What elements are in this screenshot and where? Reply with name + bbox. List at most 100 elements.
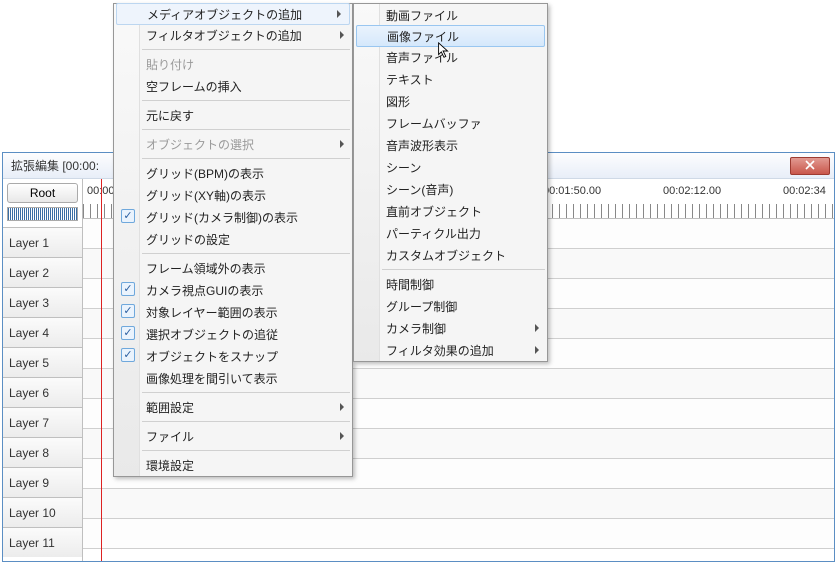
menu-item[interactable]: 環境設定 (114, 454, 352, 476)
menu-item-label: テキスト (386, 71, 434, 88)
menu-item-label: メディアオブジェクトの追加 (147, 6, 302, 23)
menu-separator (142, 450, 350, 451)
playhead[interactable] (101, 179, 102, 561)
menu-item-label: カメラ視点GUIの表示 (146, 282, 263, 299)
menu-item[interactable]: カメラ制御 (354, 317, 547, 339)
menu-item: 貼り付け (114, 53, 352, 75)
menu-item[interactable]: 音声ファイル (354, 46, 547, 68)
layer-label[interactable]: Layer 8 (3, 437, 82, 467)
menu-item[interactable]: ファイル (114, 425, 352, 447)
menu-item-label: フレーム領域外の表示 (146, 260, 266, 277)
menu-item-label: フレームバッファ (386, 115, 482, 132)
layer-panel: Root Layer 1Layer 2Layer 3Layer 4Layer 5… (3, 179, 83, 561)
menu-item[interactable]: 対象レイヤー範囲の表示 ✓ (114, 301, 352, 323)
menu-separator (142, 392, 350, 393)
menu-item-label: 対象レイヤー範囲の表示 (146, 304, 278, 321)
menu-item-label: カスタムオブジェクト (386, 247, 506, 264)
chevron-right-icon (340, 31, 344, 39)
layer-row[interactable] (83, 519, 834, 549)
check-icon: ✓ (121, 282, 135, 296)
layer-label[interactable]: Layer 6 (3, 377, 82, 407)
ruler-label: 00:02:12.00 (663, 185, 721, 197)
menu-item[interactable]: フィルタ効果の追加 (354, 339, 547, 361)
menu-item[interactable]: シーン (354, 156, 547, 178)
menu-item[interactable]: フィルタオブジェクトの追加 (114, 24, 352, 46)
context-menu-media-object[interactable]: 動画ファイル画像ファイル音声ファイルテキスト図形フレームバッファ音声波形表示シー… (353, 3, 548, 362)
menu-item[interactable]: オブジェクトをスナップ✓ (114, 345, 352, 367)
menu-item-label: グループ制御 (386, 298, 457, 315)
menu-item-label: シーン (386, 159, 421, 176)
menu-separator (142, 421, 350, 422)
layer-label[interactable]: Layer 1 (3, 227, 82, 257)
layer-label[interactable]: Layer 4 (3, 317, 82, 347)
chevron-right-icon (337, 10, 341, 18)
layer-label[interactable]: Layer 9 (3, 467, 82, 497)
chevron-right-icon (340, 432, 344, 440)
menu-item[interactable]: 音声波形表示 (354, 134, 547, 156)
menu-item-label: 時間制御 (386, 276, 434, 293)
menu-item-label: グリッド(XY軸)の表示 (146, 187, 266, 204)
menu-separator (142, 100, 350, 101)
context-menu-main[interactable]: メディアオブジェクトの追加フィルタオブジェクトの追加貼り付け空フレームの挿入元に… (113, 3, 353, 477)
menu-item[interactable]: 直前オブジェクト (354, 200, 547, 222)
menu-item-label: グリッドの設定 (146, 231, 230, 248)
menu-item-label: シーン(音声) (386, 181, 453, 198)
menu-item[interactable]: グリッド(カメラ制御)の表示✓ (114, 206, 352, 228)
menu-item-label: フィルタオブジェクトの追加 (146, 27, 302, 44)
menu-item[interactable]: シーン(音声) (354, 178, 547, 200)
close-button[interactable] (790, 157, 830, 175)
menu-item-label: 図形 (386, 93, 410, 110)
layer-row[interactable] (83, 489, 834, 519)
menu-item-label: 貼り付け (146, 56, 194, 73)
menu-item[interactable]: テキスト (354, 68, 547, 90)
menu-item-label: 空フレームの挿入 (146, 78, 242, 95)
menu-item[interactable]: パーティクル出力 (354, 222, 547, 244)
layer-label[interactable]: Layer 7 (3, 407, 82, 437)
menu-item-label: 環境設定 (146, 457, 194, 474)
menu-item[interactable]: 画像処理を間引いて表示 (114, 367, 352, 389)
menu-item[interactable]: グリッド(XY軸)の表示 (114, 184, 352, 206)
scale-bar[interactable] (7, 207, 78, 221)
menu-item-label: オブジェクトの選択 (146, 136, 254, 153)
menu-item[interactable]: 範囲設定 (114, 396, 352, 418)
menu-item-label: グリッド(BPM)の表示 (146, 165, 264, 182)
menu-item[interactable]: 画像ファイル (356, 25, 545, 47)
menu-separator (142, 129, 350, 130)
layer-label[interactable]: Layer 11 (3, 527, 82, 557)
menu-item[interactable]: 選択オブジェクトの追従✓ (114, 323, 352, 345)
menu-item[interactable]: メディアオブジェクトの追加 (116, 3, 350, 25)
menu-item[interactable]: 元に戻す (114, 104, 352, 126)
menu-item[interactable]: フレーム領域外の表示 (114, 257, 352, 279)
chevron-right-icon (535, 324, 539, 332)
menu-item[interactable]: グリッドの設定 (114, 228, 352, 250)
menu-item-label: ファイル (146, 428, 194, 445)
menu-item[interactable]: フレームバッファ (354, 112, 547, 134)
menu-item-label: 画像ファイル (387, 28, 459, 45)
menu-item[interactable]: グリッド(BPM)の表示 (114, 162, 352, 184)
check-icon: ✓ (121, 304, 135, 318)
layer-label[interactable]: Layer 10 (3, 497, 82, 527)
menu-separator (142, 253, 350, 254)
chevron-right-icon (535, 346, 539, 354)
menu-item[interactable]: カスタムオブジェクト (354, 244, 547, 266)
ruler-label: 00:01:50.00 (543, 185, 601, 197)
menu-item-label: グリッド(カメラ制御)の表示 (146, 209, 298, 226)
menu-separator (142, 158, 350, 159)
layer-label[interactable]: Layer 5 (3, 347, 82, 377)
menu-item[interactable]: カメラ視点GUIの表示 ✓ (114, 279, 352, 301)
menu-item-label: 動画ファイル (386, 7, 458, 24)
root-button[interactable]: Root (7, 183, 78, 203)
menu-separator (142, 49, 350, 50)
menu-item[interactable]: 空フレームの挿入 (114, 75, 352, 97)
menu-item-label: 音声ファイル (386, 49, 458, 66)
layer-label[interactable]: Layer 2 (3, 257, 82, 287)
menu-item-label: カメラ制御 (386, 320, 446, 337)
menu-item[interactable]: グループ制御 (354, 295, 547, 317)
layer-label[interactable]: Layer 3 (3, 287, 82, 317)
menu-item-label: 元に戻す (146, 107, 194, 124)
chevron-right-icon (340, 140, 344, 148)
menu-item[interactable]: 図形 (354, 90, 547, 112)
chevron-right-icon (340, 403, 344, 411)
menu-item[interactable]: 動画ファイル (354, 4, 547, 26)
menu-item[interactable]: 時間制御 (354, 273, 547, 295)
